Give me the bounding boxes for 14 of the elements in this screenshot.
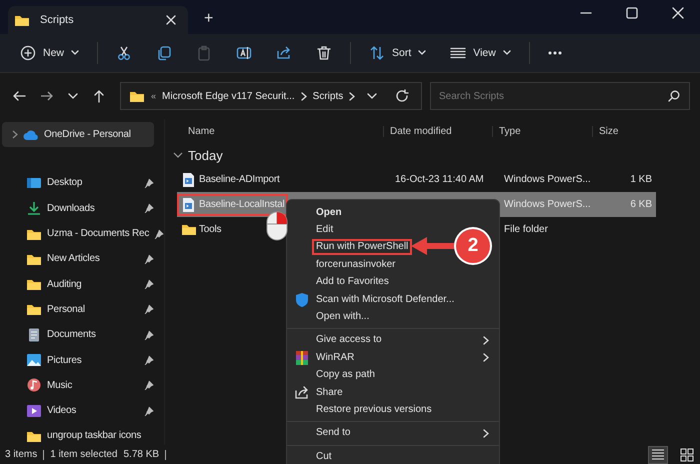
date-cell: 16-Oct-23 11:40 AM: [395, 174, 484, 185]
file-name: Baseline-ADImport: [199, 174, 280, 185]
type-cell: Windows PowerS...: [504, 199, 591, 210]
file-name: Baseline-LocalInstal: [199, 199, 284, 210]
size-cell: 6 KB: [630, 199, 652, 210]
highlight-frame: Run with PowerShell: [312, 239, 412, 256]
status-text: 3 items: [5, 449, 38, 460]
step-badge: 2: [456, 229, 490, 263]
status-text: 5.78 KB: [124, 449, 160, 460]
status-text: 1 item selected: [50, 449, 118, 460]
type-cell: Windows PowerS...: [504, 174, 591, 185]
file-name: Tools: [199, 224, 222, 235]
size-cell: 1 KB: [630, 174, 652, 185]
type-cell: File folder: [504, 224, 548, 235]
